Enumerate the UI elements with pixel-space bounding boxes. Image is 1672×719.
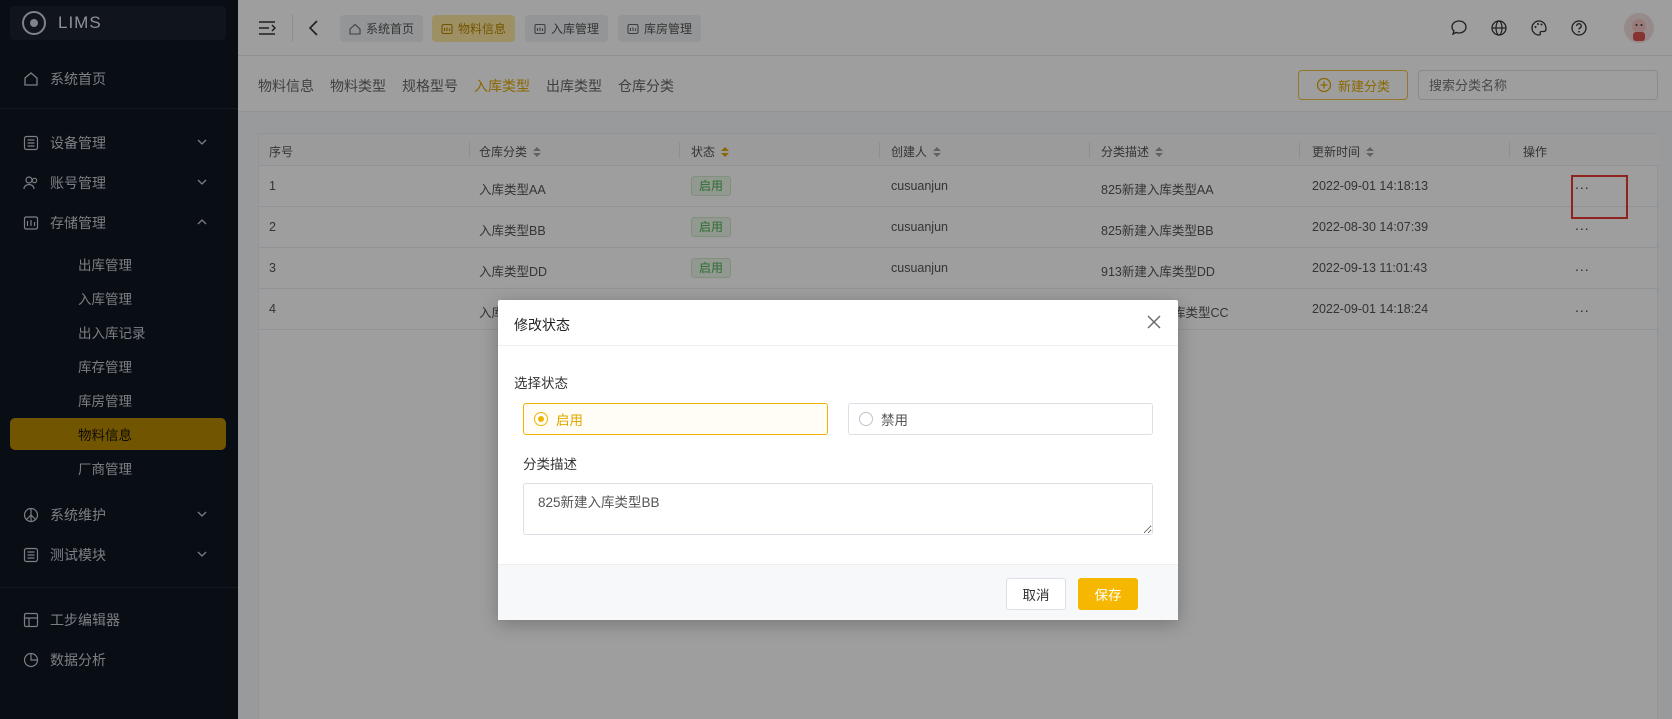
close-icon[interactable] [1146,314,1162,330]
cancel-button[interactable]: 取消 [1006,578,1066,610]
status-option-disabled[interactable]: 禁用 [848,403,1153,435]
radio-checked-icon [534,412,548,426]
description-textarea[interactable]: 825新建入库类型BB [523,483,1153,535]
edit-status-dialog: 修改状态 选择状态 启用 禁用 分类描述 825新建入库类型BB 取消 保存 [498,300,1178,620]
save-button[interactable]: 保存 [1078,578,1138,610]
radio-unchecked-icon [859,412,873,426]
status-option-enabled[interactable]: 启用 [523,403,828,435]
dialog-header: 修改状态 [498,300,1178,346]
option-label: 启用 [556,413,583,428]
dialog-title: 修改状态 [514,317,570,333]
description-field-label: 分类描述 [523,457,577,472]
status-field-label: 选择状态 [514,376,568,391]
dialog-footer: 取消 保存 [498,564,1178,620]
option-label: 禁用 [881,413,908,428]
